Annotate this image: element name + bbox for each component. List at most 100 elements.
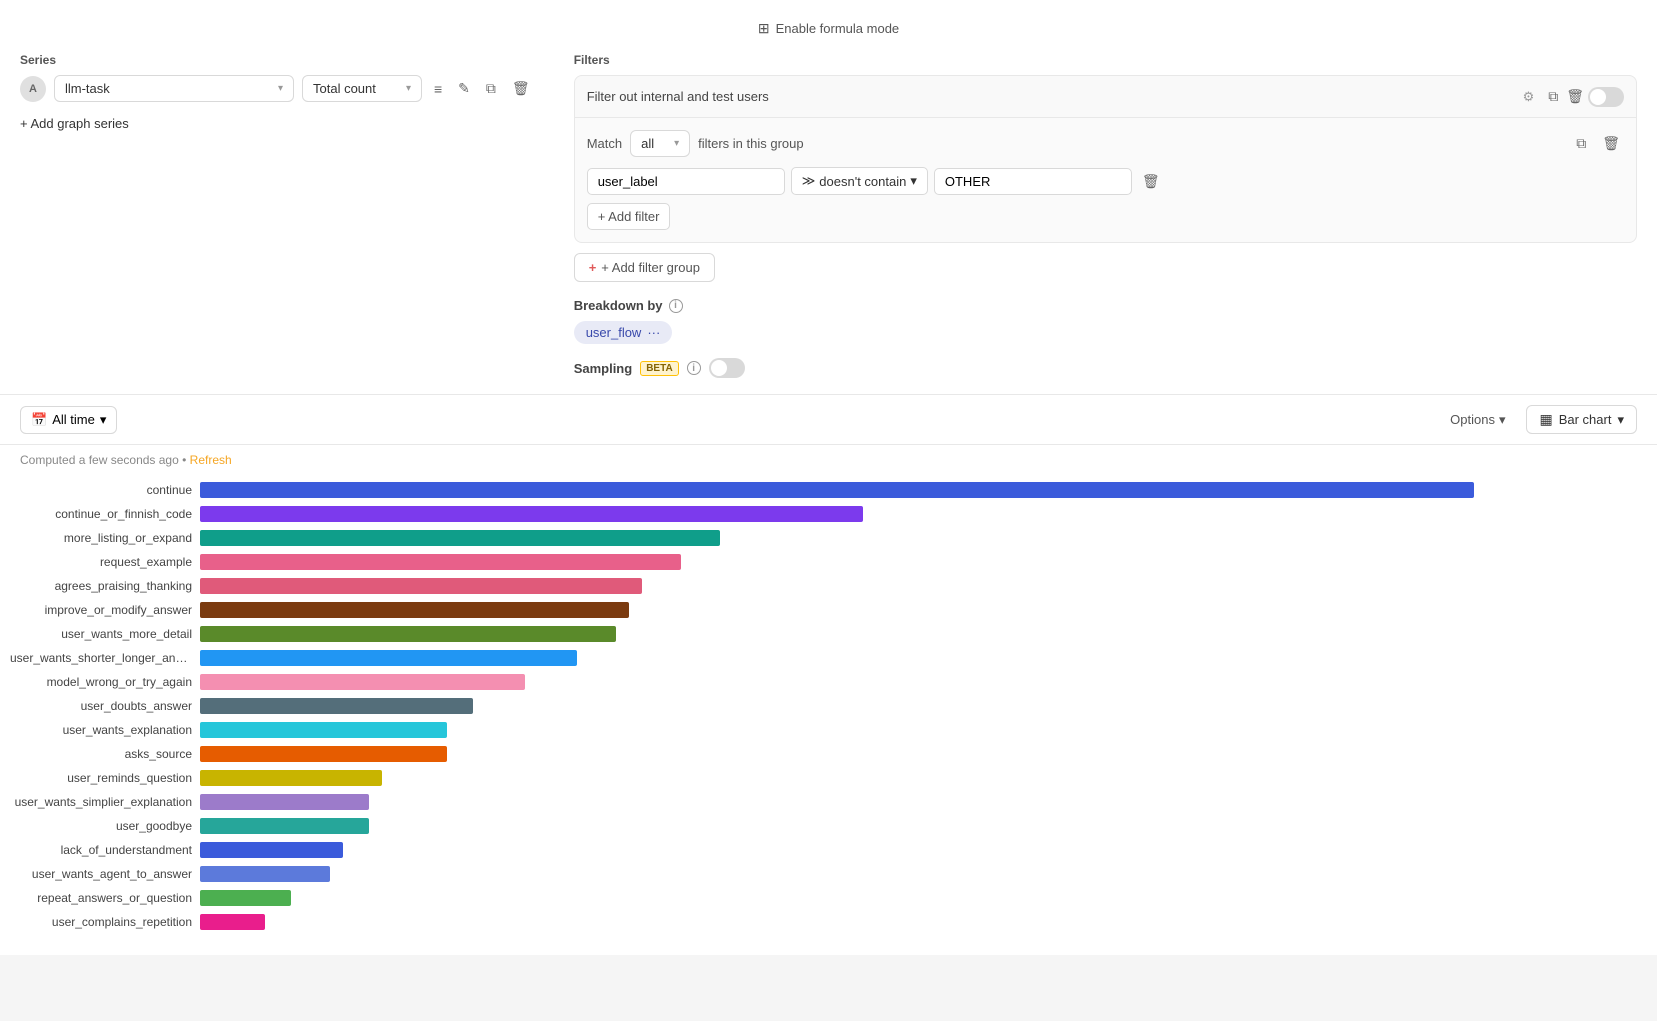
formula-btn-label: Enable formula mode bbox=[776, 21, 900, 36]
bar-label: user_wants_agent_to_answer bbox=[10, 867, 192, 881]
copy-filter-group-btn[interactable]: ⧉ bbox=[1544, 84, 1562, 109]
bar-row: improve_or_modify_answer bbox=[200, 599, 1637, 621]
chevron-down-icon: ▾ bbox=[910, 173, 917, 189]
bar[interactable] bbox=[200, 482, 1474, 498]
bar[interactable] bbox=[200, 554, 681, 570]
bar-label: model_wrong_or_try_again bbox=[10, 675, 192, 689]
bar-label: lack_of_understandment bbox=[10, 843, 192, 857]
count-label: Total count bbox=[313, 81, 376, 96]
bar-row: request_example bbox=[200, 551, 1637, 573]
bar-label: user_wants_simplier_explanation bbox=[10, 795, 192, 809]
computed-line: Computed a few seconds ago • Refresh bbox=[0, 445, 1657, 475]
bar-row: user_complains_repetition bbox=[200, 911, 1637, 933]
op-value: doesn't contain bbox=[819, 174, 906, 189]
series-label: Series bbox=[20, 53, 534, 67]
delete-match-btn[interactable]: 🗑 bbox=[1598, 131, 1624, 156]
match-value-dropdown[interactable]: all ▾ bbox=[630, 130, 690, 157]
series-row: A llm-task ▾ Total count ▾ ≡ ✎ ⧉ 🗑 bbox=[20, 75, 534, 102]
chevron-down-icon: ▾ bbox=[406, 83, 411, 94]
bar-row: continue bbox=[200, 479, 1637, 501]
bar[interactable] bbox=[200, 794, 369, 810]
top-panel: ⊞ Enable formula mode Series A llm-task … bbox=[0, 0, 1657, 395]
add-filter-group-label: + Add filter group bbox=[601, 260, 700, 275]
add-filter-group-button[interactable]: + + Add filter group bbox=[574, 253, 715, 282]
chart-type-button[interactable]: ▦ Bar chart ▾ bbox=[1526, 405, 1637, 434]
breakdown-label: Breakdown by bbox=[574, 298, 663, 313]
breakdown-tag[interactable]: user_flow ··· bbox=[574, 321, 673, 344]
separator: • bbox=[182, 453, 186, 467]
barchart-icon: ▦ bbox=[1539, 411, 1552, 428]
bar[interactable] bbox=[200, 602, 629, 618]
bar[interactable] bbox=[200, 914, 265, 930]
time-range-label: All time bbox=[52, 412, 95, 427]
beta-badge: BETA bbox=[640, 361, 678, 376]
filters-label: Filters bbox=[574, 53, 1637, 67]
series-name-dropdown[interactable]: llm-task ▾ bbox=[54, 75, 294, 102]
bar[interactable] bbox=[200, 698, 473, 714]
filter-field-input[interactable] bbox=[587, 168, 785, 195]
breakdown-tag-value: user_flow bbox=[586, 325, 642, 340]
bar[interactable] bbox=[200, 674, 525, 690]
series-section: Series A llm-task ▾ Total count ▾ ≡ ✎ ⧉ … bbox=[20, 53, 534, 137]
delete-filter-btn[interactable]: 🗑 bbox=[1138, 169, 1164, 194]
chevron-down-icon: ▾ bbox=[1617, 412, 1624, 428]
bar[interactable] bbox=[200, 722, 447, 738]
bar-label: repeat_answers_or_question bbox=[10, 891, 192, 905]
bar-label: improve_or_modify_answer bbox=[10, 603, 192, 617]
chart-type-label: Bar chart bbox=[1559, 412, 1612, 427]
bar-label: user_wants_more_detail bbox=[10, 627, 192, 641]
bar-row: user_wants_simplier_explanation bbox=[200, 791, 1637, 813]
sampling-label: Sampling bbox=[574, 361, 633, 376]
bar[interactable] bbox=[200, 890, 291, 906]
copy-icon-btn[interactable]: ⧉ bbox=[482, 76, 500, 101]
filter-value-input[interactable] bbox=[934, 168, 1132, 195]
options-label: Options bbox=[1450, 412, 1495, 427]
bar-label: more_listing_or_expand bbox=[10, 531, 192, 545]
sampling-toggle[interactable] bbox=[709, 358, 745, 378]
filters-in-group-text: filters in this group bbox=[698, 136, 804, 151]
bar[interactable] bbox=[200, 770, 382, 786]
bar[interactable] bbox=[200, 506, 863, 522]
edit-icon-btn[interactable]: ✎ bbox=[454, 76, 474, 101]
sampling-row: Sampling BETA i bbox=[574, 358, 1637, 378]
toolbar-right: Options ▾ ▦ Bar chart ▾ bbox=[1439, 405, 1637, 434]
delete-icon-btn[interactable]: 🗑 bbox=[508, 76, 534, 101]
filters-section: Filters Filter out internal and test use… bbox=[574, 53, 1637, 378]
avatar: A bbox=[20, 76, 46, 102]
filter-group-toggle[interactable] bbox=[1588, 87, 1624, 107]
bar[interactable] bbox=[200, 818, 369, 834]
add-filter-button[interactable]: + Add filter bbox=[587, 203, 671, 230]
count-dropdown[interactable]: Total count ▾ bbox=[302, 75, 422, 102]
bar[interactable] bbox=[200, 866, 330, 882]
match-value: all bbox=[641, 136, 654, 151]
bar-chart-container: continue continue_or_finnish_code more_lis… bbox=[0, 475, 1657, 955]
breakdown-dots[interactable]: ··· bbox=[647, 325, 660, 340]
breakdown-section: Breakdown by i user_flow ··· bbox=[574, 298, 1637, 344]
bar-label: asks_source bbox=[10, 747, 192, 761]
delete-filter-group-btn[interactable]: 🗑 bbox=[1562, 84, 1588, 109]
bar[interactable] bbox=[200, 650, 577, 666]
bar-label: continue bbox=[10, 483, 192, 497]
bar[interactable] bbox=[200, 626, 616, 642]
refresh-link[interactable]: Refresh bbox=[190, 453, 232, 467]
bar[interactable] bbox=[200, 746, 447, 762]
add-series-button[interactable]: + Add graph series bbox=[20, 110, 129, 137]
add-filter-label: + Add filter bbox=[598, 209, 660, 224]
bar-row: user_wants_more_detail bbox=[200, 623, 1637, 645]
bar[interactable] bbox=[200, 530, 720, 546]
bar-row: user_wants_agent_to_answer bbox=[200, 863, 1637, 885]
bar-label: request_example bbox=[10, 555, 192, 569]
copy-match-btn[interactable]: ⧉ bbox=[1572, 131, 1590, 156]
bar[interactable] bbox=[200, 842, 343, 858]
chart-toolbar: 📅 All time ▾ Options ▾ ▦ Bar chart ▾ bbox=[0, 395, 1657, 445]
filter-icon-btn[interactable]: ≡ bbox=[430, 77, 446, 101]
bar-label: continue_or_finnish_code bbox=[10, 507, 192, 521]
chevron-down-icon: ▾ bbox=[100, 412, 107, 428]
filter-op-dropdown[interactable]: ≫ doesn't contain ▾ bbox=[791, 167, 928, 195]
formula-mode-button[interactable]: ⊞ Enable formula mode bbox=[750, 16, 907, 41]
bar[interactable] bbox=[200, 578, 642, 594]
bar-row: lack_of_understandment bbox=[200, 839, 1637, 861]
options-button[interactable]: Options ▾ bbox=[1439, 406, 1516, 434]
time-range-button[interactable]: 📅 All time ▾ bbox=[20, 406, 117, 434]
series-filters-row: Series A llm-task ▾ Total count ▾ ≡ ✎ ⧉ … bbox=[20, 53, 1637, 378]
